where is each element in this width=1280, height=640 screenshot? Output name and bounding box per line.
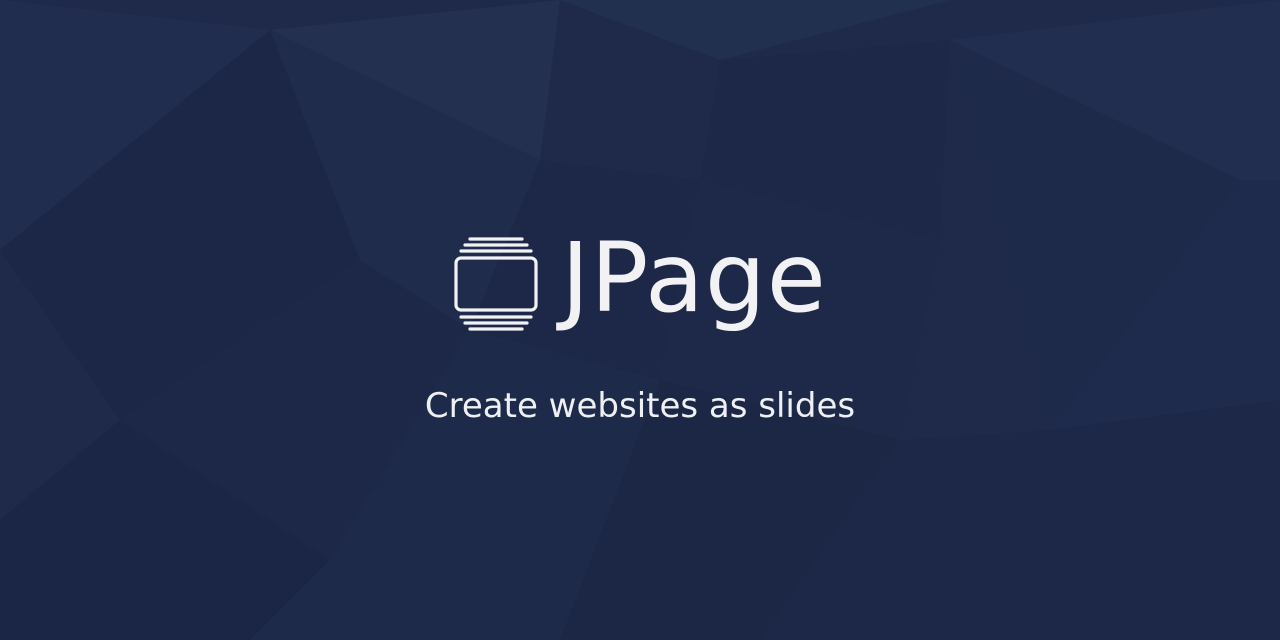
brand-lockup: JPage: [0, 226, 1280, 336]
tagline: Create websites as slides: [424, 386, 856, 426]
banner: JPage Create websites as slides: [0, 0, 1280, 640]
slides-stack-icon: [454, 237, 538, 331]
brand-name: JPage: [561, 222, 827, 334]
